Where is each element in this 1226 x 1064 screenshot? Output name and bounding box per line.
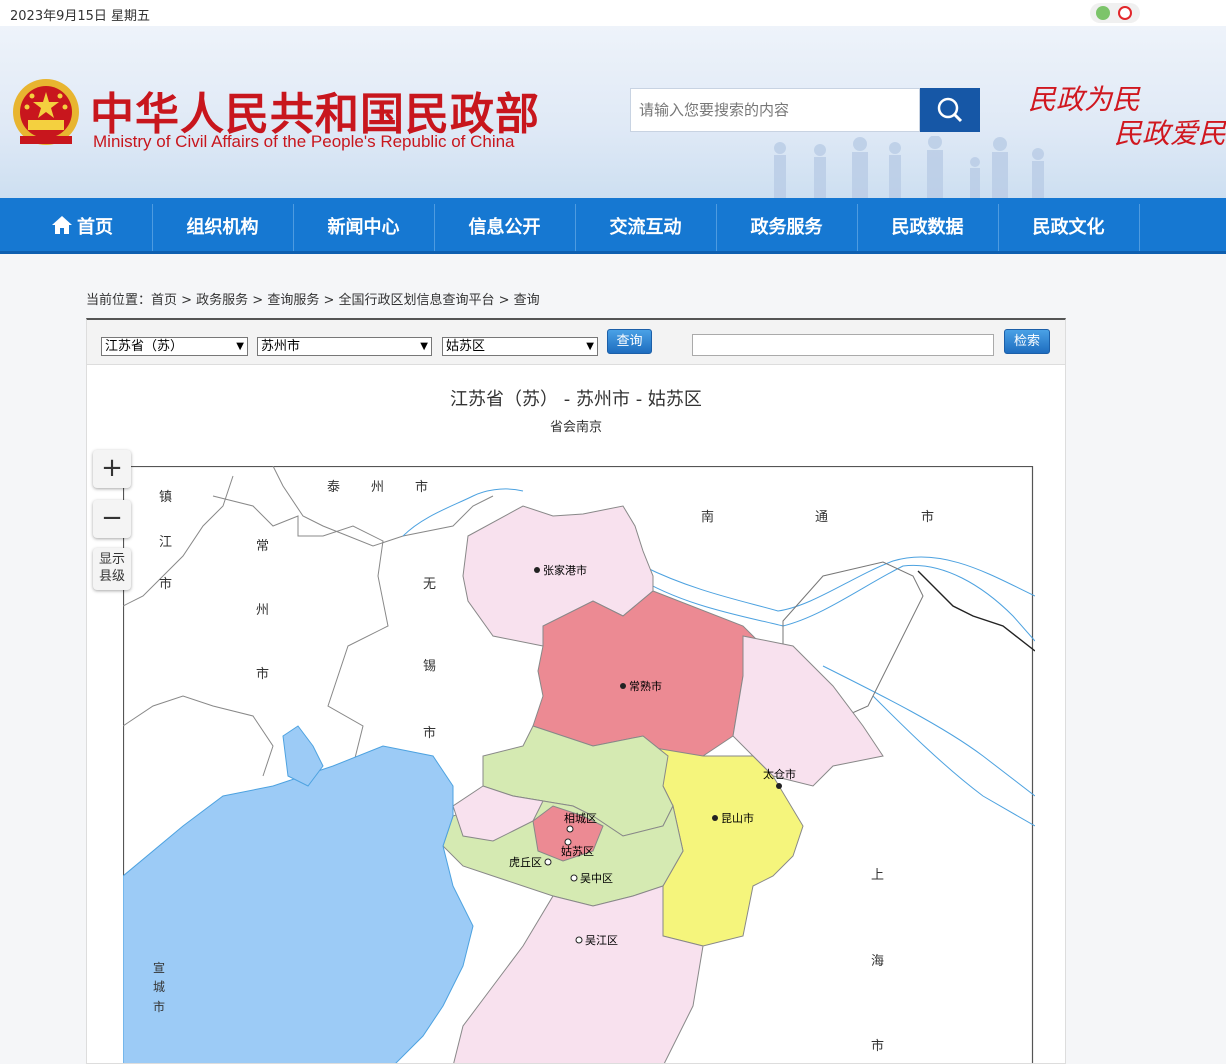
label-wuxi: 无	[423, 577, 436, 592]
district-select-value: 姑苏区	[446, 339, 486, 354]
label-xuancheng: 宣	[153, 960, 165, 975]
district-select[interactable]: 姑苏区 ▼	[442, 337, 598, 356]
current-date: 2023年9月15日 星期五	[10, 9, 151, 24]
query-button[interactable]: 查询	[607, 329, 652, 354]
site-header: 中华人民共和国民政部 Ministry of Civil Affairs of …	[0, 26, 1226, 198]
label-changzhou: 市	[256, 666, 269, 682]
label-taizhou: 泰	[327, 480, 340, 495]
city-select-value: 苏州市	[261, 339, 301, 354]
site-search-input[interactable]: 请输入您要搜索的内容	[630, 88, 920, 132]
show-county-label: 显示	[98, 552, 125, 567]
label-wuxi: 锡	[423, 659, 436, 674]
label-shanghai: 海	[871, 954, 884, 969]
label-wuxi: 市	[423, 725, 436, 741]
slogan-line-2: 民政爱民	[1114, 117, 1226, 150]
national-emblem-icon[interactable]	[12, 72, 80, 172]
show-county-button[interactable]: 显示 县级	[93, 548, 131, 590]
label-shanghai: 市	[871, 1038, 884, 1054]
wechat-icon[interactable]	[1096, 6, 1110, 20]
label-nantong: 市	[921, 509, 934, 525]
social-links	[1090, 3, 1140, 23]
show-county-label: 县级	[98, 569, 125, 584]
label-xuancheng: 城	[153, 980, 165, 994]
site-subtitle: Ministry of Civil Affairs of the People'…	[93, 132, 515, 151]
query-toolbar: 江苏省（苏） ▼ 苏州市 ▼ 姑苏区 ▼ 查询 检索	[87, 320, 1065, 365]
city-select[interactable]: 苏州市 ▼	[257, 337, 432, 356]
weibo-icon[interactable]	[1118, 6, 1132, 20]
nav-divider	[1139, 204, 1140, 251]
label-zhenjiang: 江	[159, 535, 172, 550]
label-kunshan: 昆山市	[721, 811, 754, 825]
province-select[interactable]: 江苏省（苏） ▼	[101, 337, 248, 356]
label-nantong: 通	[815, 510, 828, 525]
nav-item-organization[interactable]: 组织机构	[152, 198, 293, 251]
nav-item-home[interactable]: 首页	[12, 198, 152, 251]
label-shanghai: 上	[871, 868, 884, 883]
label-wuzhong: 吴中区	[580, 872, 613, 885]
label-changshu: 常熟市	[629, 679, 662, 693]
label-gusu: 姑苏区	[561, 845, 594, 858]
keyword-input[interactable]	[692, 334, 994, 356]
query-panel: 江苏省（苏） ▼ 苏州市 ▼ 姑苏区 ▼ 查询 检索 江苏省（苏） - 苏州市 - 姑…	[86, 318, 1066, 1064]
label-xiangcheng: 相城区	[564, 812, 597, 825]
label-zhenjiang: 市	[159, 576, 172, 592]
nav-item-culture[interactable]: 民政文化	[998, 198, 1139, 251]
nav-item-services[interactable]: 政务服务	[716, 198, 857, 251]
label-changzhou: 常	[256, 539, 269, 554]
label-nantong: 南	[701, 509, 714, 525]
map-title: 江苏省（苏） - 苏州市 - 姑苏区	[450, 389, 702, 410]
home-icon	[52, 216, 72, 234]
site-search-button[interactable]	[920, 88, 980, 132]
top-bar: 2023年9月15日 星期五	[0, 0, 1226, 26]
nav-item-label: 首页	[77, 217, 113, 238]
district-map[interactable]: 泰 州 市 镇 江 市 常 州 市 无 锡 市 南 通 市 上 海 市 宣 城 …	[123, 466, 1035, 1064]
label-taizhou: 市	[415, 479, 428, 495]
people-silhouette-decoration	[774, 136, 1044, 198]
search-button[interactable]: 检索	[1004, 329, 1050, 354]
province-select-value: 江苏省（苏）	[105, 339, 184, 354]
zoom-in-button[interactable]: +	[93, 450, 131, 488]
label-zhenjiang: 镇	[159, 490, 172, 505]
search-icon	[937, 97, 963, 123]
main-nav: 首页 组织机构 新闻中心 信息公开 交流互动 政务服务 民政数据 民政文化	[0, 198, 1226, 254]
nav-item-data[interactable]: 民政数据	[857, 198, 998, 251]
label-xuancheng: 市	[153, 999, 165, 1014]
nav-item-interaction[interactable]: 交流互动	[575, 198, 716, 251]
label-taizhou: 州	[371, 480, 384, 495]
map-subtitle: 省会南京	[549, 420, 602, 435]
label-huqiu: 虎丘区	[509, 856, 542, 869]
label-zhangjiagang: 张家港市	[543, 563, 587, 577]
nav-item-news[interactable]: 新闻中心	[293, 198, 434, 251]
chevron-down-icon: ▼	[420, 341, 428, 352]
zoom-out-button[interactable]: −	[93, 500, 131, 538]
label-taicang: 太仓市	[763, 767, 796, 781]
label-wujiang: 吴江区	[585, 934, 618, 947]
nav-item-disclosure[interactable]: 信息公开	[434, 198, 575, 251]
chevron-down-icon: ▼	[236, 341, 244, 352]
breadcrumb: 当前位置：首页 > 政务服务 > 查询服务 > 全国行政区划信息查询平台 > 查…	[86, 293, 540, 308]
chevron-down-icon: ▼	[586, 341, 594, 352]
label-changzhou: 州	[256, 603, 269, 618]
